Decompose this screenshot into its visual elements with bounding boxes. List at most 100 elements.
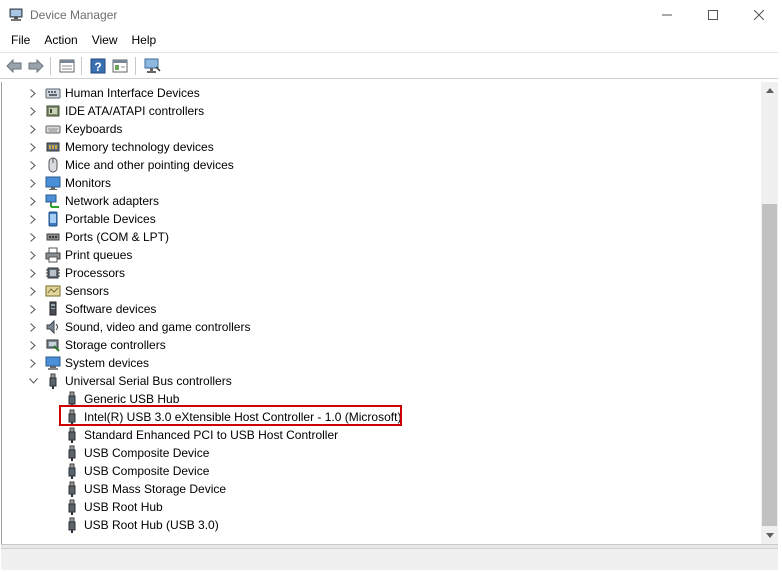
menu-file[interactable]: File — [4, 30, 37, 51]
tree-item-label: Keyboards — [65, 122, 123, 136]
help-icon[interactable]: ? — [88, 56, 108, 76]
tree-device-usb-root-hub-usb-3-0-7[interactable]: USB Root Hub (USB 3.0) — [2, 516, 760, 534]
tree-device-usb-root-hub-6[interactable]: USB Root Hub — [2, 498, 760, 516]
ide-controller-icon — [45, 103, 61, 119]
hid-icon — [45, 85, 61, 101]
tree-device-usb-mass-storage-device-5[interactable]: USB Mass Storage Device — [2, 480, 760, 498]
window-edge — [778, 0, 782, 572]
sensor-icon — [45, 283, 61, 299]
system-device-icon — [45, 355, 61, 371]
mouse-icon — [45, 157, 61, 173]
selected-item-highlight — [59, 405, 402, 426]
toolbar-separator — [81, 57, 82, 75]
chevron-right-icon[interactable] — [28, 174, 38, 192]
usb-device-icon — [64, 445, 80, 461]
tree-item-label: Standard Enhanced PCI to USB Host Contro… — [84, 428, 339, 442]
tree-item-label: Processors — [65, 266, 126, 280]
tree-device-standard-enhanced-pci-to-usb-host-controller-2[interactable]: Standard Enhanced PCI to USB Host Contro… — [2, 426, 760, 444]
tree-category-universal-serial-bus-controllers[interactable]: Universal Serial Bus controllers — [2, 372, 760, 390]
usb-device-icon — [64, 463, 80, 479]
tree-item-label: USB Composite Device — [84, 464, 210, 478]
chevron-right-icon[interactable] — [28, 264, 38, 282]
tree-item-label: Sensors — [65, 284, 110, 298]
menu-action[interactable]: Action — [37, 30, 84, 51]
tree-item-label: Print queues — [65, 248, 133, 262]
show-hidden-icon[interactable] — [110, 56, 130, 76]
chevron-right-icon[interactable] — [28, 138, 38, 156]
chevron-right-icon[interactable] — [28, 210, 38, 228]
portable-device-icon — [45, 211, 61, 227]
tree-device-usb-composite-device-4[interactable]: USB Composite Device — [2, 462, 760, 480]
menu-help[interactable]: Help — [125, 30, 164, 51]
tree-category-system-devices[interactable]: System devices — [2, 354, 760, 372]
tree-item-label: IDE ATA/ATAPI controllers — [65, 104, 205, 118]
tree-item-label: USB Mass Storage Device — [84, 482, 227, 496]
chevron-right-icon[interactable] — [28, 282, 38, 300]
tree-device-usb-composite-device-3[interactable]: USB Composite Device — [2, 444, 760, 462]
usb-device-icon — [64, 481, 80, 497]
tree-category-portable-devices[interactable]: Portable Devices — [2, 210, 760, 228]
tree-item-label: Human Interface Devices — [65, 86, 200, 100]
usb-icon — [45, 373, 61, 389]
tree-item-label: Memory technology devices — [65, 140, 214, 154]
chevron-right-icon[interactable] — [28, 84, 38, 102]
tree-category-network-adapters[interactable]: Network adapters — [2, 192, 760, 210]
vertical-scrollbar[interactable] — [761, 82, 778, 544]
chevron-right-icon[interactable] — [28, 228, 38, 246]
memory-icon — [45, 139, 61, 155]
chevron-right-icon[interactable] — [28, 354, 38, 372]
toolbar-separator — [135, 57, 136, 75]
tree-category-sound-video-and-game-controllers[interactable]: Sound, video and game controllers — [2, 318, 760, 336]
scroll-up-icon[interactable] — [761, 82, 778, 99]
tree-item-label: USB Root Hub (USB 3.0) — [84, 518, 219, 532]
chevron-right-icon[interactable] — [28, 120, 38, 138]
tree-item-label: Network adapters — [65, 194, 160, 208]
tree-category-storage-controllers[interactable]: Storage controllers — [2, 336, 760, 354]
properties-icon[interactable] — [57, 56, 77, 76]
tree-item-label: Ports (COM & LPT) — [65, 230, 170, 244]
toolbar: ? — [0, 52, 782, 79]
chevron-right-icon[interactable] — [28, 300, 38, 318]
tree-category-sensors[interactable]: Sensors — [2, 282, 760, 300]
menu-view[interactable]: View — [85, 30, 125, 51]
toolbar-separator — [50, 57, 51, 75]
chevron-right-icon[interactable] — [28, 102, 38, 120]
scroll-thumb[interactable] — [762, 204, 777, 526]
chevron-right-icon[interactable] — [28, 318, 38, 336]
back-icon[interactable] — [4, 56, 24, 76]
tree-item-label: Software devices — [65, 302, 157, 316]
tree-item-label: Sound, video and game controllers — [65, 320, 251, 334]
keyboard-icon — [45, 121, 61, 137]
minimize-button[interactable] — [644, 0, 690, 30]
chevron-right-icon[interactable] — [28, 156, 38, 174]
tree-category-mice-and-other-pointing-devices[interactable]: Mice and other pointing devices — [2, 156, 760, 174]
menu-bar: File Action View Help — [0, 30, 782, 51]
title-bar: Device Manager — [0, 0, 782, 30]
chevron-down-icon[interactable] — [28, 372, 38, 390]
forward-icon[interactable] — [26, 56, 46, 76]
tree-category-ports-com-lpt[interactable]: Ports (COM & LPT) — [2, 228, 760, 246]
chevron-right-icon[interactable] — [28, 336, 38, 354]
scan-hardware-icon[interactable] — [142, 56, 162, 76]
scroll-down-icon[interactable] — [761, 527, 778, 544]
chevron-right-icon[interactable] — [28, 192, 38, 210]
tree-item-label: Mice and other pointing devices — [65, 158, 234, 172]
maximize-button[interactable] — [690, 0, 736, 30]
tree-category-keyboards[interactable]: Keyboards — [2, 120, 760, 138]
status-bar — [1, 548, 778, 570]
tree-item-label: USB Root Hub — [84, 500, 163, 514]
tree-category-monitors[interactable]: Monitors — [2, 174, 760, 192]
chevron-right-icon[interactable] — [28, 246, 38, 264]
tree-category-human-interface-devices[interactable]: Human Interface Devices — [2, 84, 760, 102]
close-button[interactable] — [736, 0, 782, 30]
tree-category-software-devices[interactable]: Software devices — [2, 300, 760, 318]
tree-category-print-queues[interactable]: Print queues — [2, 246, 760, 264]
tree-category-ide-ata-atapi-controllers[interactable]: IDE ATA/ATAPI controllers — [2, 102, 760, 120]
storage-controller-icon — [45, 337, 61, 353]
tree-category-processors[interactable]: Processors — [2, 264, 760, 282]
svg-text:?: ? — [94, 60, 101, 74]
usb-device-icon — [64, 517, 80, 533]
tree-category-memory-technology-devices[interactable]: Memory technology devices — [2, 138, 760, 156]
device-manager-icon — [8, 7, 24, 23]
tree-item-label: Portable Devices — [65, 212, 156, 226]
